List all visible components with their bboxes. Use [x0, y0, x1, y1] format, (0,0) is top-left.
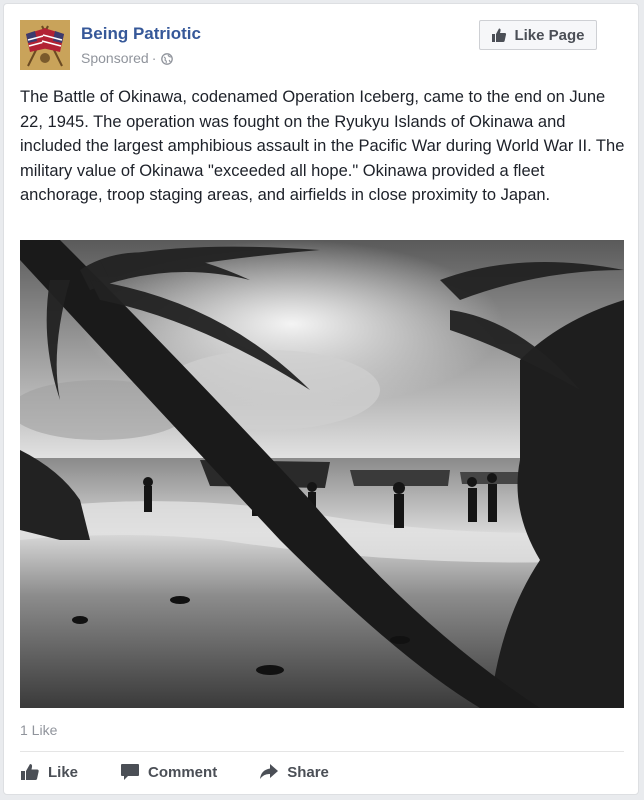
like-button-label: Like [48, 763, 79, 781]
speech-bubble-icon [121, 764, 140, 780]
actions-divider [20, 751, 624, 752]
globe-icon[interactable] [161, 52, 174, 65]
post-body-text: The Battle of Okinawa, codenamed Operati… [20, 88, 625, 205]
page-name-link[interactable]: Being Patriotic [81, 24, 201, 44]
share-button[interactable]: Share [259, 763, 329, 781]
beach-landing-photo [20, 240, 624, 708]
comment-button[interactable]: Comment [120, 763, 217, 781]
sponsored-post-card: Being Patriotic Sponsored · Like Page Th… [3, 3, 639, 795]
thumbs-up-icon [21, 764, 39, 780]
comment-button-label: Comment [148, 763, 218, 781]
share-button-label: Share [287, 763, 329, 781]
post-meta: Sponsored · [81, 50, 174, 66]
crossed-flags-avatar-icon [20, 20, 70, 70]
page-avatar[interactable] [20, 20, 70, 70]
post-actions-bar: Like Comment Share [20, 757, 371, 787]
thumbs-up-icon [492, 28, 507, 42]
like-page-button[interactable]: Like Page [479, 20, 597, 50]
sponsored-label[interactable]: Sponsored [81, 50, 149, 66]
like-page-label: Like Page [514, 26, 585, 44]
post-photo[interactable] [20, 240, 624, 708]
share-arrow-icon [260, 764, 279, 779]
like-button[interactable]: Like [20, 763, 78, 781]
meta-separator: · [151, 50, 157, 66]
likes-count[interactable]: 1 Like [20, 722, 57, 738]
